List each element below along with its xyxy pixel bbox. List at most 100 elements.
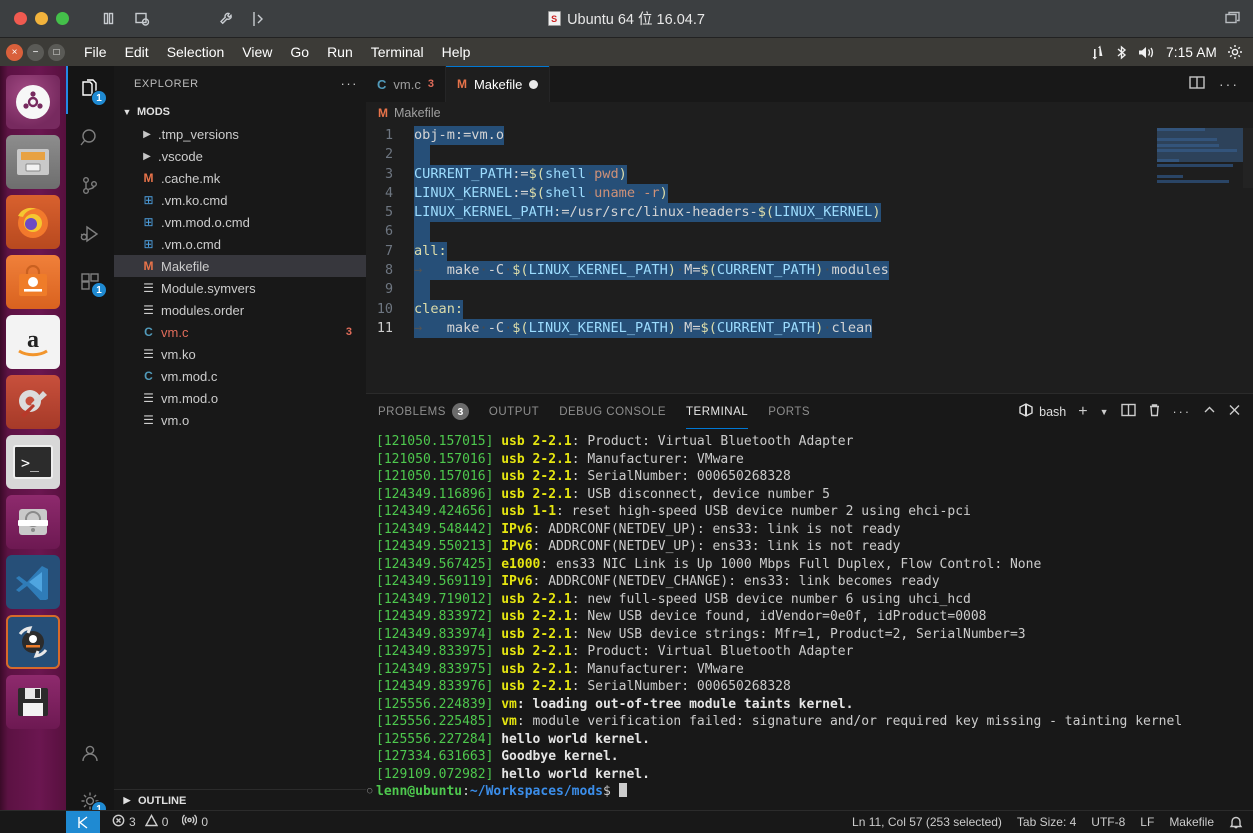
minimap[interactable] xyxy=(1157,128,1253,188)
tree-item-vm-o-cmd[interactable]: ⊞ .vm.o.cmd xyxy=(114,233,366,255)
status-errors-warnings[interactable]: 3 0 xyxy=(112,814,168,830)
network-updown-icon[interactable] xyxy=(1090,45,1105,60)
tree-item-vm-mod-o-cmd[interactable]: ⊞ .vm.mod.o.cmd xyxy=(114,211,366,233)
launcher-item-amazon[interactable]: a xyxy=(6,315,60,369)
menu-selection[interactable]: Selection xyxy=(158,38,234,66)
terminal-output[interactable]: [121050.157015] usb 2-2.1: Product: Virt… xyxy=(366,429,1253,833)
tab-makefile[interactable]: M Makefile xyxy=(445,66,551,102)
launcher-item-ubuntu-dash[interactable] xyxy=(6,75,60,129)
tree-item-vscode[interactable]: ▶ .vscode xyxy=(114,145,366,167)
sidebar-section-outline[interactable]: ▶ OUTLINE xyxy=(114,789,366,811)
launcher-item-disks[interactable] xyxy=(6,495,60,549)
launcher-item-firefox[interactable] xyxy=(6,195,60,249)
status-tab-size[interactable]: Tab Size: 4 xyxy=(1017,815,1076,829)
panel-tab-debug-console[interactable]: DEBUG CONSOLE xyxy=(559,394,666,429)
code-line[interactable]: 9 xyxy=(366,280,1253,300)
restore-window-icon[interactable] xyxy=(1225,11,1241,25)
code-line[interactable]: 10 clean: xyxy=(366,299,1253,319)
close-panel-icon[interactable] xyxy=(1228,404,1241,419)
terminal-prompt[interactable]: ○ lenn@ubuntu:~/Workspaces/mods$ xyxy=(367,783,1253,801)
tab-vm-c[interactable]: C vm.c 3 xyxy=(366,66,446,102)
more-actions-icon[interactable]: ··· xyxy=(1219,76,1239,92)
new-terminal-icon[interactable]: + xyxy=(1078,403,1087,421)
launcher-item-save-disk[interactable] xyxy=(6,675,60,729)
activity-item-explorer[interactable]: 1 xyxy=(66,66,114,114)
code-line[interactable]: 11 → make·-C·$(LINUX_KERNEL_PATH)·M=$(CUR… xyxy=(366,318,1253,339)
menu-help[interactable]: Help xyxy=(433,38,480,66)
settings-wrench-icon[interactable] xyxy=(209,0,243,38)
volume-icon[interactable] xyxy=(1138,45,1156,60)
status-ports[interactable]: 0 xyxy=(182,814,208,830)
menu-terminal[interactable]: Terminal xyxy=(362,38,433,66)
clock[interactable]: 7:15 AM xyxy=(1166,45,1217,60)
snapshot-icon[interactable] xyxy=(125,0,159,38)
terminal-selector[interactable]: bash xyxy=(1019,403,1066,420)
tree-item-vm-ko-cmd[interactable]: ⊞ .vm.ko.cmd xyxy=(114,189,366,211)
tree-item-vm-mod-c[interactable]: C vm.mod.c xyxy=(114,365,366,387)
menu-view[interactable]: View xyxy=(233,38,281,66)
panel-tab-output[interactable]: OUTPUT xyxy=(489,394,539,429)
activity-item-accounts[interactable] xyxy=(66,729,114,777)
panel-tab-ports[interactable]: PORTS xyxy=(768,394,810,429)
ubuntu-window-controls[interactable]: × − □ xyxy=(0,43,65,61)
launcher-item-software-updater[interactable] xyxy=(6,615,60,669)
close-window-button[interactable] xyxy=(14,12,27,25)
status-encoding[interactable]: UTF-8 xyxy=(1091,815,1125,829)
ubuntu-maximize-button[interactable]: □ xyxy=(48,43,65,61)
remote-window-button[interactable] xyxy=(66,810,100,833)
status-eol[interactable]: LF xyxy=(1140,815,1154,829)
tree-item-vm-c[interactable]: C vm.c 3 xyxy=(114,321,366,343)
status-language-mode[interactable]: Makefile xyxy=(1169,815,1214,829)
tree-item-vm-mod-o[interactable]: ☰ vm.mod.o xyxy=(114,387,366,409)
launcher-item-vscode[interactable] xyxy=(6,555,60,609)
menubar[interactable]: File Edit Selection View Go Run Terminal… xyxy=(75,38,479,66)
file-tree[interactable]: ▶ .tmp_versions ▶ .vscode M .cache.mk ⊞ … xyxy=(114,123,366,789)
menu-edit[interactable]: Edit xyxy=(116,38,158,66)
code-line[interactable]: 2 xyxy=(366,145,1253,165)
chevron-down-icon[interactable]: ▼ xyxy=(1100,407,1109,417)
bluetooth-icon[interactable] xyxy=(1115,44,1128,60)
tree-item-vm-o[interactable]: ☰ vm.o xyxy=(114,409,366,431)
pause-icon[interactable] xyxy=(91,0,125,38)
code-editor[interactable]: 1 obj-m:=vm.o 2 3 CURRENT_PATH:=$(shell·pwd… xyxy=(366,124,1253,393)
gear-icon[interactable] xyxy=(1227,44,1249,60)
bell-icon[interactable] xyxy=(1229,815,1243,829)
menu-file[interactable]: File xyxy=(75,38,116,66)
split-editor-icon[interactable] xyxy=(1189,75,1205,93)
panel-tab-terminal[interactable]: TERMINAL xyxy=(686,394,748,429)
activity-item-search[interactable] xyxy=(66,114,114,162)
launcher-item-system-settings[interactable] xyxy=(6,375,60,429)
ubuntu-close-button[interactable]: × xyxy=(6,43,23,61)
maximize-panel-icon[interactable] xyxy=(1203,404,1216,419)
panel-tab-problems[interactable]: PROBLEMS 3 xyxy=(378,394,469,429)
code-line[interactable]: 1 obj-m:=vm.o xyxy=(366,126,1253,146)
code-line[interactable]: 5 LINUX_KERNEL_PATH:=/usr/src/linux-heade… xyxy=(366,203,1253,223)
status-cursor-position[interactable]: Ln 11, Col 57 (253 selected) xyxy=(852,815,1002,829)
tree-item-tmp-versions[interactable]: ▶ .tmp_versions xyxy=(114,123,366,145)
explorer-more-actions-icon[interactable]: ··· xyxy=(341,76,359,91)
kill-terminal-icon[interactable] xyxy=(1148,403,1161,420)
tree-item-vm-ko[interactable]: ☰ vm.ko xyxy=(114,343,366,365)
tree-item-makefile[interactable]: M Makefile xyxy=(114,255,366,277)
launcher-item-ubuntu-software[interactable] xyxy=(6,255,60,309)
split-terminal-icon[interactable] xyxy=(1120,403,1136,420)
tree-item-modules-order[interactable]: ☰ modules.order xyxy=(114,299,366,321)
code-line[interactable]: 7 all: xyxy=(366,241,1253,262)
code-content[interactable]: 1 obj-m:=vm.o 2 3 CURRENT_PATH:=$(shell·pwd… xyxy=(366,124,1253,339)
activity-item-run-debug[interactable] xyxy=(66,210,114,258)
activity-item-source-control[interactable] xyxy=(66,162,114,210)
tree-item-module-symvers[interactable]: ☰ Module.symvers xyxy=(114,277,366,299)
launcher-item-terminal[interactable]: >_ xyxy=(6,435,60,489)
code-line[interactable]: 8 → make·-C·$(LINUX_KERNEL_PATH)·M=$(CURR… xyxy=(366,261,1253,281)
tree-item-cache-mk[interactable]: M .cache.mk xyxy=(114,167,366,189)
code-line[interactable]: 3 CURRENT_PATH:=$(shell·pwd) xyxy=(366,164,1253,184)
ubuntu-minimize-button[interactable]: − xyxy=(27,43,44,61)
menu-run[interactable]: Run xyxy=(318,38,362,66)
launcher-item-files[interactable] xyxy=(6,135,60,189)
maximize-window-button[interactable] xyxy=(56,12,69,25)
code-line[interactable]: 4 LINUX_KERNEL:=$(shell·uname·-r) xyxy=(366,183,1253,204)
more-actions-icon[interactable]: ··· xyxy=(1173,405,1192,419)
breadcrumb[interactable]: M Makefile xyxy=(366,102,1253,124)
unsaved-indicator-icon[interactable] xyxy=(529,79,539,89)
menu-go[interactable]: Go xyxy=(281,38,318,66)
